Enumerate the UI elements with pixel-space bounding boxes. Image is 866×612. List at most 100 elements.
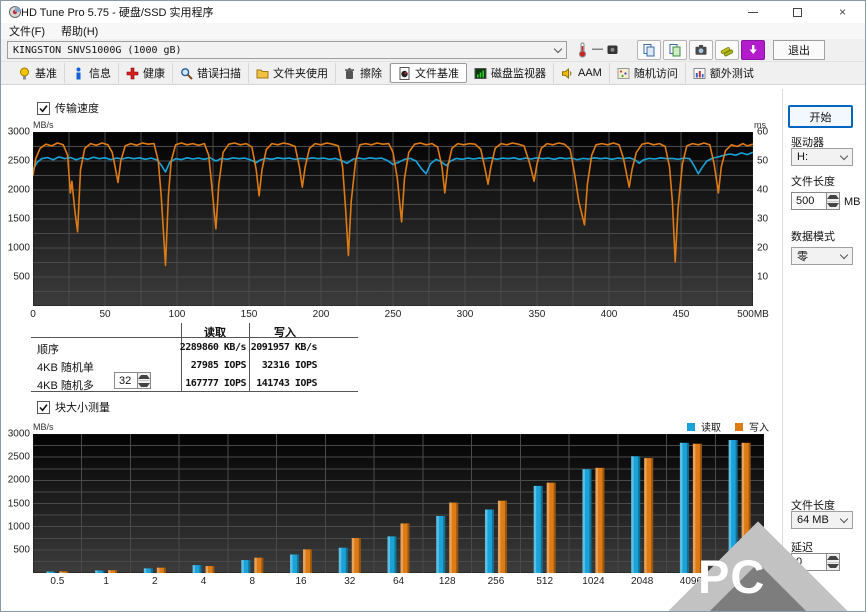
data-mode-select[interactable]: 零 bbox=[791, 247, 853, 265]
row-sequential-label: 顺序 bbox=[37, 344, 59, 356]
chevron-down-icon bbox=[839, 250, 849, 259]
tab-info[interactable]: 信息 bbox=[65, 63, 119, 83]
file-length-value: 500 bbox=[796, 195, 815, 207]
queue-depth-spinner[interactable]: 32 bbox=[114, 372, 151, 389]
thermometer-icon bbox=[579, 42, 586, 58]
tab-bar: 基准 信息 健康 错误扫描 文件夹使用 擦除 文件基准 磁盘监视器 AAM 随机… bbox=[1, 61, 865, 85]
file-length-label: 文件长度 bbox=[791, 176, 835, 188]
window-title: HD Tune Pro 5.75 - 硬盘/SSD 实用程序 bbox=[21, 7, 214, 19]
sequential-write-value: 2091957 KB/s bbox=[250, 342, 318, 353]
tab-label: 错误扫描 bbox=[197, 68, 241, 80]
tab-extra-tests[interactable]: 额外测试 bbox=[686, 63, 761, 83]
speaker-icon bbox=[562, 67, 572, 79]
row-4kb-single-label: 4KB 随机单 bbox=[37, 362, 94, 374]
minimize-button[interactable] bbox=[730, 1, 775, 23]
health-cross-icon bbox=[126, 67, 139, 79]
chevron-down-icon bbox=[553, 44, 563, 53]
start-button[interactable]: 开始 bbox=[788, 105, 853, 128]
menu-help[interactable]: 帮助(H) bbox=[53, 23, 106, 39]
folder-icon bbox=[256, 69, 269, 78]
4kb-single-write-value: 32316 IOPS bbox=[261, 360, 318, 371]
top-chart-y-axis-right: 60 50 40 30 20 10 bbox=[757, 126, 769, 283]
data-mode-value: 零 bbox=[797, 251, 808, 263]
table-header-write: 写入 bbox=[274, 327, 296, 339]
transfer-speed-checkbox[interactable]: 传输速度 bbox=[37, 100, 99, 116]
file-benchmark-icon bbox=[399, 66, 410, 80]
tab-label: 随机访问 bbox=[633, 68, 678, 80]
camera-icon bbox=[695, 45, 707, 55]
bottom-chart-y-axis: 3000 2500 2000 1500 1000 500 bbox=[7, 428, 30, 556]
spin-up-icon[interactable] bbox=[138, 373, 150, 380]
tab-folder-usage[interactable]: 文件夹使用 bbox=[249, 63, 336, 83]
extra-tests-icon bbox=[693, 67, 706, 79]
copy-text-button[interactable] bbox=[637, 40, 661, 60]
tab-label: 健康 bbox=[143, 68, 165, 80]
table-header-read: 读取 bbox=[204, 327, 226, 339]
copy-image-button[interactable] bbox=[663, 40, 687, 60]
menu-file[interactable]: 文件(F) bbox=[1, 23, 53, 39]
4kb-multi-write-value: 141743 IOPS bbox=[256, 378, 317, 389]
magnifier-icon bbox=[181, 67, 193, 80]
data-mode-label: 数据模式 bbox=[791, 231, 835, 243]
file-length2-select[interactable]: 64 MB bbox=[791, 511, 853, 529]
spin-down-icon[interactable] bbox=[827, 561, 839, 570]
random-access-icon bbox=[617, 67, 630, 79]
tab-disk-monitor[interactable]: 磁盘监视器 bbox=[467, 63, 554, 83]
tab-file-benchmark[interactable]: 文件基准 bbox=[390, 63, 467, 83]
tab-label: 信息 bbox=[89, 68, 111, 80]
tab-health[interactable]: 健康 bbox=[119, 63, 173, 83]
top-chart-left-unit: MB/s bbox=[33, 120, 54, 130]
read-legend-label: 读取 bbox=[701, 423, 721, 434]
checkbox-check-icon bbox=[37, 400, 50, 414]
download-arrow-icon bbox=[749, 45, 757, 54]
file-length-unit: MB bbox=[844, 196, 861, 208]
tab-random-access[interactable]: 随机访问 bbox=[610, 63, 686, 83]
keys-button[interactable] bbox=[715, 40, 739, 60]
block-size-chart bbox=[33, 434, 764, 573]
chevron-down-icon bbox=[839, 151, 849, 160]
spin-up-icon[interactable] bbox=[827, 193, 839, 201]
tab-label: 文件夹使用 bbox=[273, 68, 328, 80]
copy-image-icon bbox=[669, 44, 681, 57]
close-button[interactable]: × bbox=[820, 1, 865, 23]
block-size-label: 块大小测量 bbox=[55, 402, 110, 414]
keys-icon bbox=[720, 47, 734, 57]
screenshot-button[interactable] bbox=[689, 40, 713, 60]
tab-label: 额外测试 bbox=[709, 68, 754, 80]
update-button[interactable] bbox=[741, 40, 765, 60]
row-4kb-multi-label: 4KB 随机多 bbox=[37, 380, 94, 392]
target-drive-value: H: bbox=[797, 151, 808, 163]
target-drive-select[interactable]: H: bbox=[791, 148, 853, 166]
tab-erase[interactable]: 擦除 bbox=[336, 63, 390, 83]
table-divider bbox=[31, 337, 358, 338]
watermark-text: PC bbox=[698, 550, 766, 603]
temperature-value: — bbox=[592, 43, 603, 55]
tab-aam[interactable]: AAM bbox=[554, 63, 610, 83]
title-bar: HD Tune Pro 5.75 - 硬盘/SSD 实用程序 × bbox=[1, 1, 865, 23]
tab-label: 擦除 bbox=[360, 68, 382, 80]
panel-separator bbox=[782, 89, 783, 605]
tab-benchmark[interactable]: 基准 bbox=[11, 63, 65, 83]
copy-pages-icon bbox=[643, 44, 655, 57]
trash-icon bbox=[345, 67, 354, 79]
file-length-spinner[interactable]: 500 bbox=[791, 192, 840, 210]
spin-up-icon[interactable] bbox=[827, 554, 839, 562]
bottom-chart-x-axis: 0.512481632641282565121024204840968192 bbox=[50, 576, 750, 587]
spin-down-icon[interactable] bbox=[138, 380, 150, 388]
tab-label: 文件基准 bbox=[415, 68, 459, 80]
exit-button[interactable]: 退出 bbox=[773, 40, 825, 60]
minimize-icon bbox=[747, 11, 758, 13]
top-chart-y-axis-left: 3000 2500 2000 1500 1000 500 bbox=[7, 126, 30, 283]
drive-toolbar: KINGSTON SNVS1000G (1000 gB) — 退出 bbox=[1, 39, 865, 61]
maximize-button[interactable] bbox=[775, 1, 820, 23]
block-size-checkbox[interactable]: 块大小测量 bbox=[37, 399, 110, 415]
transfer-speed-label: 传输速度 bbox=[55, 103, 99, 115]
drive-select[interactable]: KINGSTON SNVS1000G (1000 gB) bbox=[7, 41, 567, 59]
menu-bar: 文件(F) 帮助(H) bbox=[1, 23, 865, 39]
tab-error-scan[interactable]: 错误扫描 bbox=[173, 63, 249, 83]
spin-down-icon[interactable] bbox=[827, 200, 839, 209]
close-icon: × bbox=[838, 5, 846, 19]
transfer-speed-chart bbox=[33, 132, 753, 306]
chevron-down-icon bbox=[839, 514, 849, 523]
bottom-chart-unit: MB/s bbox=[33, 422, 54, 432]
